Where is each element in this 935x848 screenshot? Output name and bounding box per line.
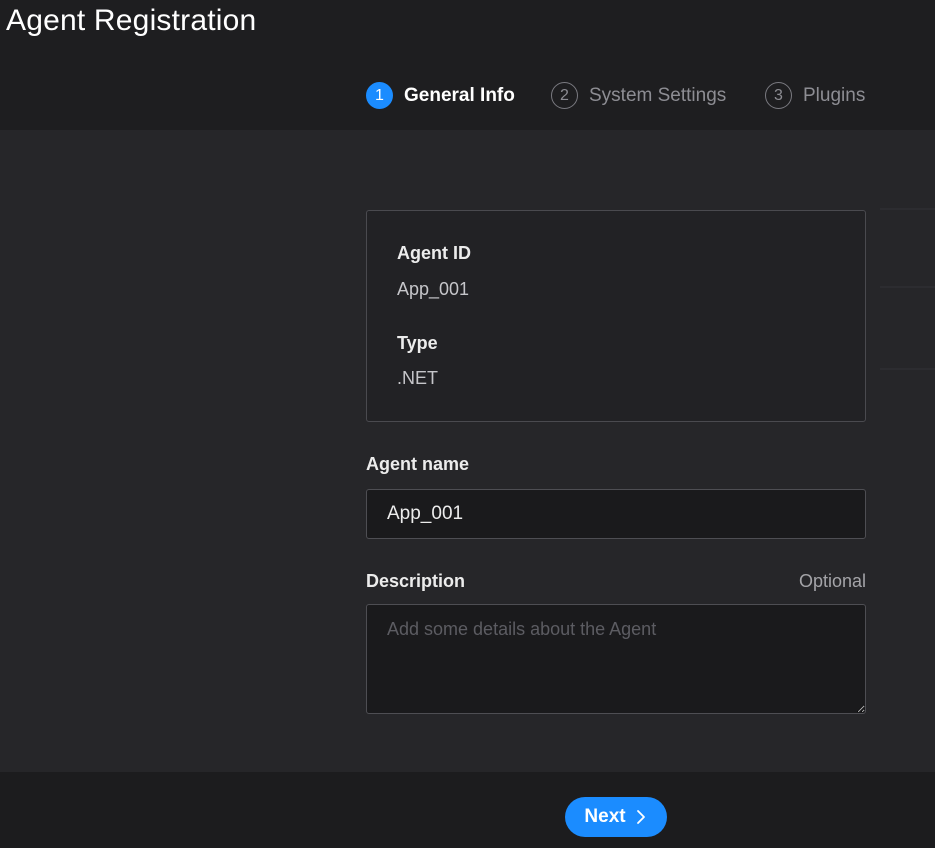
step-number-badge: 2 (551, 82, 578, 109)
step-number-badge: 3 (765, 82, 792, 109)
agent-name-label: Agent name (366, 454, 470, 474)
chevron-right-icon (636, 810, 645, 824)
agent-id-value: App_001 (397, 279, 470, 299)
step-general-info[interactable]: 1 General Info (366, 80, 515, 111)
description-textarea[interactable] (366, 604, 866, 714)
step-label: General Info (404, 84, 515, 106)
step-number-badge: 1 (366, 82, 393, 109)
background-ghost-line (880, 368, 935, 370)
next-button-label: Next (584, 806, 626, 827)
step-label: Plugins (803, 84, 866, 106)
agent-registration-page: Agent Registration 1 General Info 2 Syst… (0, 0, 935, 848)
step-label: System Settings (589, 84, 727, 106)
next-button[interactable]: Next (565, 797, 667, 837)
background-ghost-line (880, 286, 935, 288)
background-ghost-line (880, 208, 935, 210)
agent-info-card: Agent ID App_001 Type .NET (366, 210, 866, 422)
footer: Next (0, 772, 935, 848)
header: Agent Registration 1 General Info 2 Syst… (0, 0, 935, 130)
step-system-settings[interactable]: 2 System Settings (551, 80, 726, 111)
agent-name-input[interactable] (366, 489, 866, 539)
type-value: .NET (397, 368, 439, 388)
type-label: Type (397, 333, 438, 353)
description-optional-label: Optional (798, 571, 866, 591)
step-plugins[interactable]: 3 Plugins (765, 80, 865, 111)
page-title: Agent Registration (6, 4, 257, 37)
agent-id-label: Agent ID (397, 243, 471, 263)
description-label: Description (366, 571, 466, 591)
